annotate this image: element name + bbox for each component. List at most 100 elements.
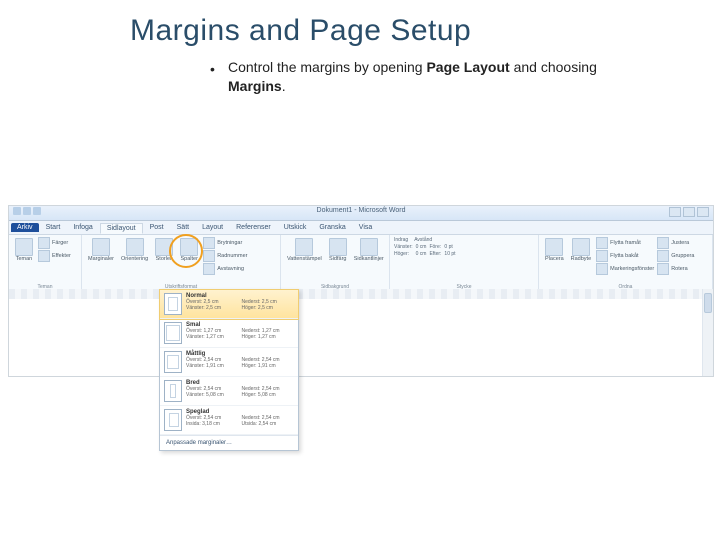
wrap-text-button[interactable]: Radbyte: [569, 237, 594, 264]
group-arrange: Placera Radbyte Flytta framåt Flytta bak…: [539, 235, 713, 291]
pageborders-icon: [360, 238, 378, 256]
spacing-after-value[interactable]: 10 pt: [444, 251, 455, 257]
group-button[interactable]: Gruppera: [657, 250, 694, 262]
qat-redo-icon[interactable]: [33, 207, 41, 215]
size-label: Storlek: [156, 257, 173, 263]
tab-start[interactable]: Start: [40, 223, 67, 232]
margins-icon: [92, 238, 110, 256]
ribbon: Teman Färger Effekter Teman Marginaler O…: [9, 235, 713, 292]
columns-label: Spalter: [180, 257, 197, 263]
tab-page-layout[interactable]: Sidlayout: [100, 223, 143, 234]
rotate-button[interactable]: Rotera: [657, 263, 694, 275]
document-area[interactable]: [9, 289, 713, 376]
watermark-icon: [295, 238, 313, 256]
tab-review[interactable]: Granska: [313, 223, 351, 232]
narrow-left: Vänster: 1,27 cm: [186, 335, 239, 341]
bullet-text-1: Control the margins by opening: [228, 59, 426, 75]
group-page-background: Vattenstämpel Sidfärg Sidkantlinjer Sidb…: [281, 235, 390, 291]
wide-right: Höger: 5,08 cm: [242, 393, 295, 399]
group-paragraph: Indrag Avstånd Vänster:0 cm Före:0 pt Hö…: [390, 235, 539, 291]
indent-left-label: Vänster:: [394, 244, 413, 250]
wrap-icon: [572, 238, 590, 256]
tab-layout[interactable]: Layout: [196, 223, 229, 232]
theme-colors-button[interactable]: Färger: [38, 237, 71, 249]
colors-label: Färger: [52, 240, 68, 246]
wide-left: Vänster: 5,08 cm: [186, 393, 239, 399]
hyphen-label: Avstavning: [217, 266, 244, 272]
linenumbers-label: Radnummer: [217, 253, 247, 259]
margin-option-narrow[interactable]: Smal Överst: 1,27 cm Nederst: 1,27 cm Vä…: [160, 319, 298, 348]
spacing-before-value[interactable]: 0 pt: [444, 244, 455, 250]
bullet-text-3: .: [282, 78, 286, 94]
file-tab[interactable]: Arkiv: [11, 223, 39, 232]
bullet-strong-2: Margins: [228, 78, 282, 94]
mirror-thumb-icon: [164, 409, 182, 431]
line-numbers-button[interactable]: Radnummer: [203, 250, 247, 262]
spacing-after-label: Efter:: [429, 251, 441, 257]
page-color-button[interactable]: Sidfärg: [327, 237, 349, 264]
tab-insert[interactable]: Infoga: [67, 223, 98, 232]
tab-post[interactable]: Post: [144, 223, 170, 232]
ribbon-tabs: Arkiv Start Infoga Sidlayout Post Sätt L…: [9, 221, 713, 235]
margin-option-normal[interactable]: Normal Överst: 2,5 cm Nederst: 2,5 cm Vä…: [160, 290, 298, 319]
align-button[interactable]: Justera: [657, 237, 694, 249]
indent-header: Indrag: [394, 237, 408, 243]
pane-icon: [596, 263, 608, 275]
narrow-thumb-icon: [164, 322, 182, 344]
tab-view[interactable]: Visa: [353, 223, 379, 232]
bullet-text-2: and choosing: [510, 59, 597, 75]
group-icon: [657, 250, 669, 262]
page-borders-button[interactable]: Sidkantlinjer: [352, 237, 386, 264]
colors-icon: [38, 237, 50, 249]
indent-left-value[interactable]: 0 cm: [416, 244, 427, 250]
orientation-icon: [126, 238, 144, 256]
size-button[interactable]: Storlek: [153, 237, 175, 264]
window-title: Dokument1 - Microsoft Word: [317, 207, 406, 214]
themes-button[interactable]: Teman: [13, 237, 35, 264]
breaks-icon: [203, 237, 215, 249]
themes-icon: [15, 238, 33, 256]
tab-references[interactable]: Referenser: [230, 223, 277, 232]
custom-margins-item[interactable]: Anpassade marginaler…: [160, 435, 298, 450]
bring-forward-button[interactable]: Flytta framåt: [596, 237, 654, 249]
qat-save-icon[interactable]: [13, 207, 21, 215]
position-button[interactable]: Placera: [543, 237, 566, 264]
minimize-button[interactable]: [669, 207, 681, 217]
tab-satt[interactable]: Sätt: [171, 223, 195, 232]
selection-pane-button[interactable]: Markeringsfönster: [596, 263, 654, 275]
bullet-dot: •: [210, 60, 215, 79]
margin-option-wide[interactable]: Bred Överst: 2,54 cm Nederst: 2,54 cm Vä…: [160, 377, 298, 406]
breaks-label: Brytningar: [217, 240, 242, 246]
slide-bullet: • Control the margins by opening Page La…: [228, 58, 608, 96]
tab-mailings[interactable]: Utskick: [278, 223, 313, 232]
breaks-button[interactable]: Brytningar: [203, 237, 247, 249]
theme-effects-button[interactable]: Effekter: [38, 250, 71, 262]
backward-label: Flytta bakåt: [610, 253, 638, 259]
moderate-right: Höger: 1,91 cm: [242, 364, 295, 370]
effects-icon: [38, 250, 50, 262]
orientation-button[interactable]: Orientering: [119, 237, 150, 264]
quick-access-toolbar[interactable]: [13, 207, 41, 215]
moderate-left: Vänster: 1,91 cm: [186, 364, 239, 370]
send-backward-button[interactable]: Flytta bakåt: [596, 250, 654, 262]
window-buttons: [669, 207, 709, 217]
scrollbar-thumb[interactable]: [704, 293, 712, 313]
rotate-label: Rotera: [671, 266, 688, 272]
maximize-button[interactable]: [683, 207, 695, 217]
margin-option-mirrored[interactable]: Speglad Överst: 2,54 cm Nederst: 2,54 cm…: [160, 406, 298, 435]
wide-thumb-icon: [164, 380, 182, 402]
margin-option-moderate[interactable]: Måttlig Överst: 2,54 cm Nederst: 2,54 cm…: [160, 348, 298, 377]
watermark-button[interactable]: Vattenstämpel: [285, 237, 324, 264]
indent-right-label: Höger:: [394, 251, 413, 257]
qat-undo-icon[interactable]: [23, 207, 31, 215]
margins-button[interactable]: Marginaler: [86, 237, 116, 264]
group-page-setup: Marginaler Orientering Storlek Spalter B…: [82, 235, 281, 291]
vertical-scrollbar[interactable]: [702, 289, 713, 376]
close-button[interactable]: [697, 207, 709, 217]
position-icon: [545, 238, 563, 256]
watermark-label: Vattenstämpel: [287, 257, 322, 263]
hyphenation-button[interactable]: Avstavning: [203, 263, 247, 275]
align-label: Justera: [671, 240, 689, 246]
columns-button[interactable]: Spalter: [178, 237, 200, 264]
indent-right-value[interactable]: 0 cm: [416, 251, 427, 257]
